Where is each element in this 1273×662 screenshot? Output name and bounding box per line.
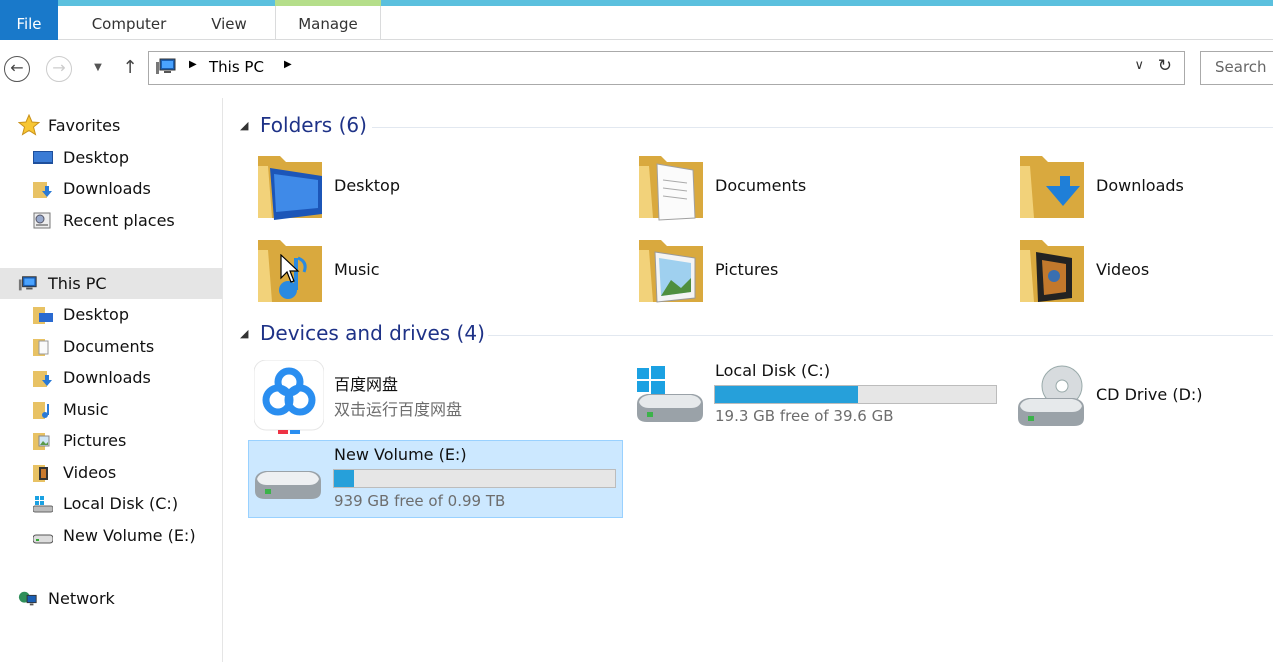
folder-tile-pictures[interactable]: Pictures [629,230,1004,310]
baidu-netdisk-icon [254,360,324,434]
group-divider [372,127,1273,128]
desktop-folder-icon [258,156,322,220]
drive-usage-bar-e [333,469,616,488]
cd-drive-icon [1018,365,1084,426]
group-divider [488,335,1273,336]
chevron-down-icon[interactable]: ∨ [1134,58,1144,73]
up-button[interactable]: ↑ [116,54,144,82]
forward-arrow-icon: → [46,56,72,82]
videos-folder-icon [1020,240,1084,302]
recent-places-icon [33,212,51,229]
hard-drive-icon [255,471,321,499]
baidu-netdisk-name: 百度网盘 [334,375,399,394]
drive-tile-new-volume-e[interactable]: New Volume (E:) 939 GB free of 0.99 TB [248,440,623,518]
music-folder-icon [33,402,49,419]
folder-tile-downloads[interactable]: Downloads [1010,146,1273,226]
videos-folder-icon [33,465,48,482]
pictures-folder-icon [33,433,50,450]
downloads-folder-icon [1020,156,1084,218]
downloads-folder-icon [33,182,52,198]
folders-group-header[interactable]: ◢ Folders (6) [240,113,1273,141]
navigation-pane: Favorites Desktop Downloads Recent place… [0,98,223,662]
drive-usage-fill-e [334,470,354,487]
hard-drive-icon [33,534,53,544]
folder-tile-desktop[interactable]: Desktop [248,146,623,226]
network-icon [18,591,37,606]
search-input[interactable]: Search [1200,51,1273,85]
tab-file[interactable]: File [0,0,58,40]
pictures-folder-icon [639,240,703,303]
refresh-icon[interactable]: ↻ [1158,56,1172,76]
baidu-netdisk-tile[interactable]: 百度网盘 双击运行百度网盘 [248,356,623,436]
address-row: ← → ▼ ↑ ▶ This PC ▶ ∨ ↻ Search [0,48,1273,88]
desktop-folder-icon [33,307,53,324]
folder-tile-videos[interactable]: Videos [1010,230,1273,310]
breadcrumb-arrow-icon[interactable]: ▶ [189,59,197,70]
this-pc-icon [156,58,176,74]
breadcrumb-this-pc[interactable]: This PC [209,58,264,76]
up-arrow-icon: ↑ [122,57,138,78]
this-pc-icon [18,276,37,291]
back-arrow-icon: ← [4,56,30,82]
recent-locations-button[interactable]: ▼ [84,54,112,82]
baidu-netdisk-subtitle: 双击运行百度网盘 [334,400,463,419]
drive-tile-local-disk-c[interactable]: Local Disk (C:) 19.3 GB free of 39.6 GB [629,356,1004,436]
collapse-triangle-icon[interactable]: ◢ [240,119,248,132]
tab-manage[interactable]: Manage [275,6,381,40]
documents-folder-icon [639,156,703,221]
mouse-cursor-icon [280,254,300,283]
drive-usage-bar-c [714,385,997,404]
breadcrumb-arrow-icon[interactable]: ▶ [284,59,292,70]
ribbon-tabs: File Computer View Manage [0,0,1273,40]
folder-tile-documents[interactable]: Documents [629,146,1004,226]
system-drive-icon [637,366,703,422]
tab-view[interactable]: View [200,6,258,40]
tab-computer[interactable]: Computer [78,6,180,40]
back-button[interactable]: ← [3,54,31,82]
drive-usage-fill-c [715,386,859,403]
forward-button[interactable]: → [45,54,73,82]
folder-tile-music[interactable]: Music [248,230,623,310]
documents-folder-icon [33,339,49,356]
collapse-triangle-icon[interactable]: ◢ [240,327,248,340]
star-icon [18,114,40,136]
downloads-folder-icon [33,371,52,387]
address-bar[interactable]: ▶ This PC ▶ ∨ ↻ [148,51,1185,85]
desktop-icon [33,151,53,164]
devices-group-header[interactable]: ◢ Devices and drives (4) [240,321,1273,349]
chevron-down-icon: ▼ [94,62,102,73]
system-drive-icon [33,496,53,513]
drive-tile-cd-drive-d[interactable]: CD Drive (D:) [1010,356,1273,436]
